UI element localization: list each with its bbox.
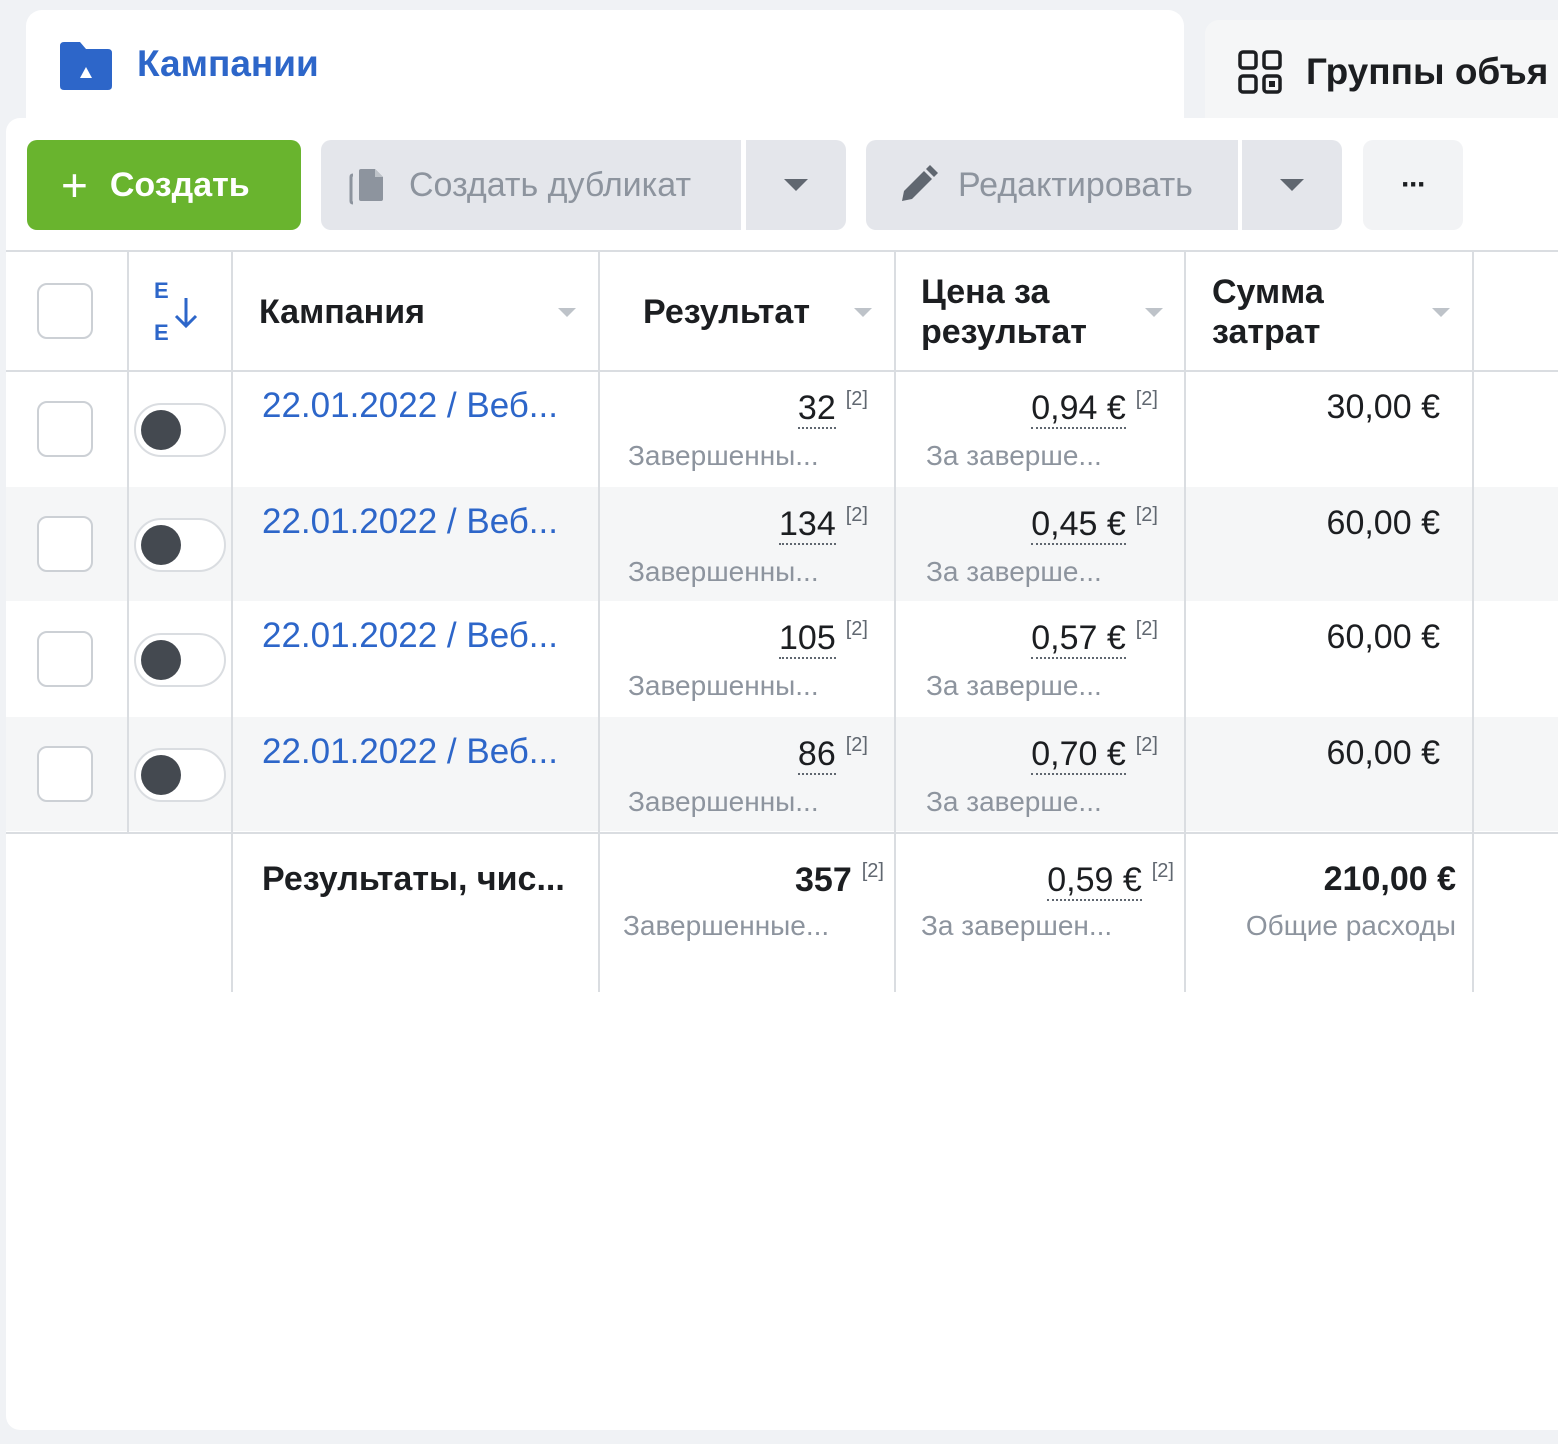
- result-value: 134 [2]: [779, 504, 868, 545]
- pencil-icon: [902, 165, 938, 201]
- tab-campaigns[interactable]: Кампании: [26, 10, 1184, 130]
- amount-spent: 60,00 €: [1326, 504, 1440, 542]
- column-divider: [127, 250, 129, 834]
- chevron-down-icon[interactable]: [1145, 308, 1163, 317]
- column-header-spend-line2[interactable]: затрат: [1212, 312, 1320, 352]
- cost-per-result: 0,94 € [2]: [1031, 388, 1158, 429]
- totals-result: 357 [2]: [795, 860, 884, 899]
- plus-icon: +: [61, 159, 88, 211]
- totals-amount-spent: 210,00 €: [1323, 860, 1456, 898]
- column-divider: [1184, 250, 1186, 992]
- result-type: Завершенны...: [628, 556, 819, 587]
- cost-type: За заверше...: [926, 440, 1102, 471]
- cost-type: За заверше...: [926, 556, 1102, 587]
- chevron-down-icon[interactable]: [1432, 308, 1450, 317]
- toggle-knob: [141, 410, 181, 450]
- row-checkbox[interactable]: [37, 746, 93, 802]
- duplicate-icon: [349, 169, 383, 205]
- amount-spent: 60,00 €: [1326, 618, 1440, 656]
- column-divider: [231, 250, 233, 992]
- result-type: Завершенны...: [628, 786, 819, 817]
- edit-button[interactable]: Редактировать: [866, 140, 1238, 230]
- result-type: Завершенны...: [628, 440, 819, 471]
- campaigns-panel: + Создать Создать дубликат Редактировать…: [6, 118, 1558, 1430]
- create-button-label: Создать: [109, 165, 250, 204]
- totals-cost-type: За завершен...: [921, 910, 1113, 941]
- chevron-down-icon[interactable]: [854, 308, 872, 317]
- chevron-down-icon: [1280, 179, 1304, 191]
- duplicate-button[interactable]: Создать дубликат: [321, 140, 741, 230]
- svg-text:E: E: [154, 320, 169, 344]
- row-checkbox[interactable]: [37, 631, 93, 687]
- more-options-button[interactable]: ···: [1363, 140, 1463, 230]
- duplicate-button-label: Создать дубликат: [409, 165, 692, 204]
- tab-ad-sets-label: Группы объя: [1306, 51, 1549, 92]
- header-bottom-border: [6, 370, 1558, 372]
- column-divider: [1472, 250, 1474, 992]
- column-divider: [598, 250, 600, 992]
- campaign-toggle[interactable]: [134, 633, 226, 687]
- cost-per-result: 0,45 € [2]: [1031, 504, 1158, 545]
- cost-type: За заверше...: [926, 670, 1102, 701]
- totals-cost-per-result: 0,59 € [2]: [1047, 860, 1174, 901]
- campaign-name-link[interactable]: 22.01.2022 / Веб...: [262, 732, 558, 772]
- tab-ad-sets[interactable]: Группы объя: [1205, 20, 1558, 120]
- result-value: 32 [2]: [797, 388, 868, 429]
- column-header-spend-line1[interactable]: Сумма: [1212, 272, 1324, 312]
- row-checkbox[interactable]: [37, 401, 93, 457]
- chevron-down-icon[interactable]: [558, 308, 576, 317]
- edit-dropdown-button[interactable]: [1242, 140, 1342, 230]
- create-button[interactable]: + Создать: [27, 140, 301, 230]
- more-icon: ···: [1401, 168, 1427, 201]
- campaign-name-link[interactable]: 22.01.2022 / Веб...: [262, 616, 558, 656]
- result-value: 86 [2]: [797, 734, 868, 775]
- toggle-knob: [141, 525, 181, 565]
- cost-type: За заверше...: [926, 786, 1102, 817]
- totals-result-type: Завершенные...: [623, 910, 830, 941]
- select-all-checkbox[interactable]: [37, 283, 93, 339]
- totals-label: Результаты, чис...: [262, 860, 565, 898]
- totals-spend-type: Общие расходы: [1245, 910, 1456, 941]
- totals-top-border: [6, 832, 1558, 834]
- folder-icon: [60, 42, 112, 90]
- grid-icon: [1238, 50, 1282, 94]
- table-top-border: [6, 250, 1558, 252]
- campaign-name-link[interactable]: 22.01.2022 / Веб...: [262, 386, 558, 426]
- sort-toggle-icon[interactable]: E E: [152, 278, 204, 344]
- amount-spent: 60,00 €: [1326, 734, 1440, 772]
- column-header-campaign[interactable]: Кампания: [259, 292, 425, 332]
- cost-per-result: 0,57 € [2]: [1031, 618, 1158, 659]
- column-header-result[interactable]: Результат: [643, 292, 810, 332]
- campaign-toggle[interactable]: [134, 403, 226, 457]
- column-header-cost-line1[interactable]: Цена за: [921, 272, 1049, 312]
- edit-button-label: Редактировать: [958, 165, 1193, 204]
- duplicate-dropdown-button[interactable]: [746, 140, 846, 230]
- row-checkbox[interactable]: [37, 516, 93, 572]
- result-value: 105 [2]: [779, 618, 868, 659]
- toggle-knob: [141, 755, 181, 795]
- chevron-down-icon: [784, 179, 808, 191]
- toggle-knob: [141, 640, 181, 680]
- column-divider: [894, 250, 896, 992]
- amount-spent: 30,00 €: [1326, 388, 1440, 426]
- column-header-cost-line2[interactable]: результат: [921, 312, 1087, 352]
- campaign-toggle[interactable]: [134, 518, 226, 572]
- campaign-name-link[interactable]: 22.01.2022 / Веб...: [262, 502, 558, 542]
- result-type: Завершенны...: [628, 670, 819, 701]
- campaign-toggle[interactable]: [134, 748, 226, 802]
- cost-per-result: 0,70 € [2]: [1031, 734, 1158, 775]
- svg-text:E: E: [154, 278, 169, 303]
- tab-campaigns-label: Кампании: [137, 43, 319, 84]
